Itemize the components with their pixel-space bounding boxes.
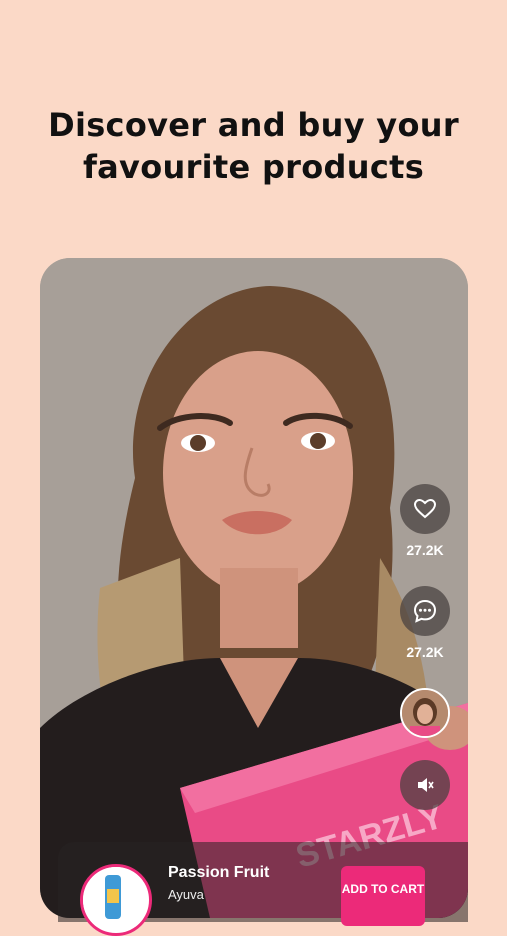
comment-button[interactable] <box>400 586 450 636</box>
page-headline: Discover and buy your favourite products <box>0 104 507 188</box>
video-preview-card[interactable]: STARZLY 27.2K 27.2K <box>40 258 468 918</box>
product-title: Passion Fruit <box>168 864 270 881</box>
headline-line-1: Discover and buy your <box>48 106 459 144</box>
like-count: 27.2K <box>406 542 444 558</box>
sound-action <box>400 760 450 810</box>
product-thumbnail[interactable] <box>80 864 152 936</box>
comment-action: 27.2K <box>400 586 450 660</box>
like-button[interactable] <box>400 484 450 534</box>
comment-count: 27.2K <box>406 644 444 660</box>
creator-avatar[interactable] <box>400 688 450 738</box>
product-image <box>83 867 143 927</box>
like-action: 27.2K <box>400 484 450 558</box>
creator-profile-action <box>400 688 450 738</box>
comment-icon <box>413 599 437 623</box>
avatar-image <box>402 690 448 736</box>
heart-icon <box>413 498 437 519</box>
headline-line-2: favourite products <box>82 148 425 186</box>
add-to-cart-button[interactable]: ADD TO CART <box>341 866 425 926</box>
mute-button[interactable] <box>400 760 450 810</box>
product-bar[interactable]: Passion Fruit Ayuva ADD TO CART <box>58 842 468 936</box>
speaker-muted-icon <box>418 778 434 792</box>
